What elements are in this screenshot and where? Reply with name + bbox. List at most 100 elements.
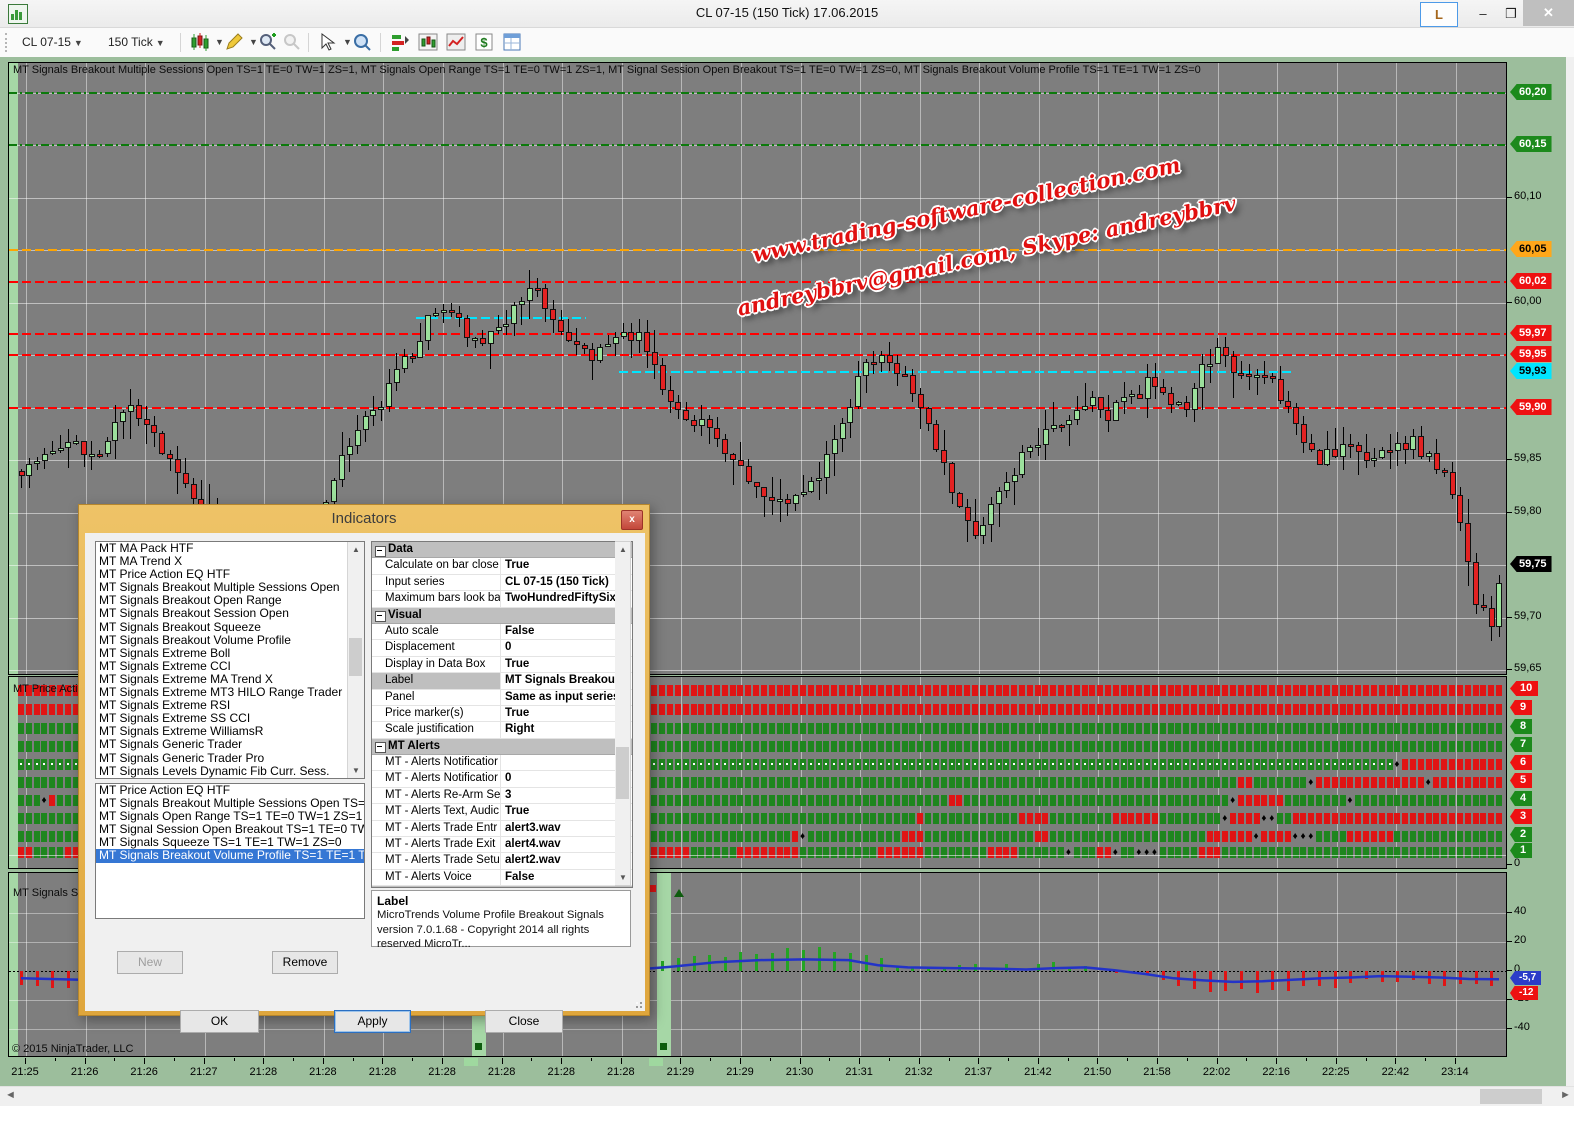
property-section[interactable]: Visual [372,608,632,624]
resize-grip[interactable] [634,1000,642,1008]
scroll-left-icon[interactable]: ◄ [5,1089,16,1101]
signal-cell [964,831,970,842]
list-item[interactable]: MT Signals Breakout Session Open [96,607,364,620]
property-row[interactable]: MT - Alerts Trade Entralert3.wav [372,821,632,837]
apply-button[interactable]: Apply [334,1010,411,1033]
property-row[interactable]: Display in Data BoxTrue [372,657,632,673]
signal-cell [1316,704,1322,715]
signal-cell [863,795,869,806]
list-item[interactable]: MT Signals Breakout Volume Profile [96,634,364,647]
property-row[interactable]: Calculate on bar closeTrue [372,558,632,574]
signal-cell [1410,741,1416,752]
property-section[interactable]: MT General [372,886,632,888]
account-dollar-icon[interactable]: $ [474,32,494,52]
selected-indicators-list[interactable]: MT Price Action EQ HTFMT Signals Breakou… [95,783,365,919]
property-row[interactable]: Displacement0 [372,640,632,656]
axis-tick [1507,1028,1512,1029]
list-item[interactable]: MT Signals Breakout Volume Profile TS=1 … [96,849,364,862]
property-row[interactable]: MT - Alerts Trade Exitalert4.wav [372,837,632,853]
signal-cell [941,704,947,715]
zoom-in-icon[interactable] [258,32,278,52]
signal-cell [1058,723,1064,734]
link-button[interactable]: L [1420,2,1458,27]
scroll-down-icon[interactable]: ▼ [615,870,631,885]
chevron-down-icon[interactable]: ▼ [343,33,352,52]
list-item[interactable]: MT Signals Extreme CCI [96,660,364,673]
ok-button[interactable]: OK [180,1010,259,1033]
list-item[interactable]: MT Signals Levels Dynamic Fib Curr. Sess… [96,765,364,778]
property-section[interactable]: MT Alerts [372,739,632,755]
horizontal-scrollbar[interactable]: ◄ ► [0,1086,1574,1106]
property-section[interactable]: Data [372,542,632,558]
line-chart-icon[interactable] [446,32,466,52]
candle [1176,402,1182,405]
event-axis-mark [464,1058,478,1066]
signal-row-tag: 9 [1510,700,1532,715]
signal-cell [1074,741,1080,752]
available-indicators-list[interactable]: MT MA Pack HTFMT MA Trend XMT Price Acti… [95,541,365,779]
property-row[interactable]: MT - Alerts Text, AudicTrue [372,804,632,820]
instrument-selector[interactable]: CL 07-15▼ [22,33,83,52]
scrollbar-thumb[interactable] [1480,1089,1542,1104]
remove-button[interactable]: Remove [272,951,338,974]
signal-cell [1308,685,1314,696]
property-row[interactable]: MT - Alerts Re-Arm Se3 [372,788,632,804]
property-row[interactable]: PanelSame as input series [372,690,632,706]
property-grid[interactable]: DataCalculate on bar closeTrueInput seri… [371,541,633,888]
signal-cell [988,723,994,734]
scrollbar-thumb[interactable] [616,747,629,799]
scroll-down-icon[interactable]: ▼ [348,763,364,778]
signal-cell [1332,685,1338,696]
scroll-right-icon[interactable]: ► [1560,1089,1571,1101]
signal-cell [57,777,63,788]
scrollbar-thumb[interactable] [349,638,362,676]
property-row[interactable]: MT - Alerts Trade Setualert2.wav [372,853,632,869]
property-row[interactable]: MT - Alerts Notificatior0 [372,771,632,787]
signal-cell [691,723,697,734]
signal-cell [1160,704,1166,715]
data-grid-icon[interactable] [502,32,522,52]
chart-style-icon[interactable] [190,32,210,52]
interval-selector[interactable]: 150 Tick▼ [108,33,165,52]
scroll-up-icon[interactable]: ▲ [348,542,364,557]
property-row[interactable]: MT - Alerts Notificatior [372,755,632,771]
scroll-up-icon[interactable]: ▲ [615,542,631,557]
list-item[interactable]: MT Signals Generic Trader Pro [96,752,364,765]
property-row[interactable]: Price marker(s)True [372,706,632,722]
dialog-close-action-button[interactable]: Close [485,1010,563,1033]
signal-cell [777,759,783,770]
signal-cell [902,759,908,770]
property-row[interactable]: MT - Alerts VoiceFalse [372,870,632,886]
chart-icon[interactable] [418,32,438,52]
draw-icon[interactable] [224,32,244,52]
chevron-down-icon[interactable]: ▼ [249,33,258,52]
list-item[interactable]: MT Signals Breakout Squeeze [96,621,364,634]
property-row[interactable]: Maximum bars look baTwoHundredFiftySix [372,591,632,607]
list-scrollbar[interactable]: ▲ ▼ [347,542,364,778]
maximize-button[interactable]: ❒ [1498,2,1524,25]
chart-zoom-icon[interactable] [352,32,372,52]
cursor-icon[interactable] [318,32,338,52]
market-analyzer-icon[interactable] [390,32,410,52]
property-row[interactable]: LabelMT Signals Breakout V [372,673,632,689]
new-button[interactable]: New [117,951,183,974]
signal-cell [855,723,861,734]
chevron-down-icon[interactable]: ▼ [215,33,224,52]
collapse-icon[interactable] [375,611,386,622]
signal-cell [1082,759,1088,770]
property-row[interactable]: Input seriesCL 07-15 (150 Tick) [372,575,632,591]
minimize-button[interactable]: – [1470,2,1496,25]
dialog-close-button[interactable]: x [621,510,643,530]
time-axis[interactable]: 21:2521:2621:2621:2721:2821:2821:2821:28… [0,1058,1566,1086]
property-row[interactable]: Scale justificationRight [372,722,632,738]
property-row[interactable]: Auto scaleFalse [372,624,632,640]
signal-cell [917,759,923,770]
collapse-icon[interactable] [375,546,386,557]
signal-cell [1457,813,1463,824]
close-button[interactable]: ✕ [1523,0,1574,26]
list-item[interactable]: MT Signals Generic Trader [96,738,364,751]
list-item[interactable]: MT Signals Extreme Boll [96,647,364,660]
collapse-icon[interactable] [375,742,386,753]
toolbar-grip[interactable] [5,33,11,52]
property-grid-scrollbar[interactable]: ▲ ▼ [615,541,631,886]
